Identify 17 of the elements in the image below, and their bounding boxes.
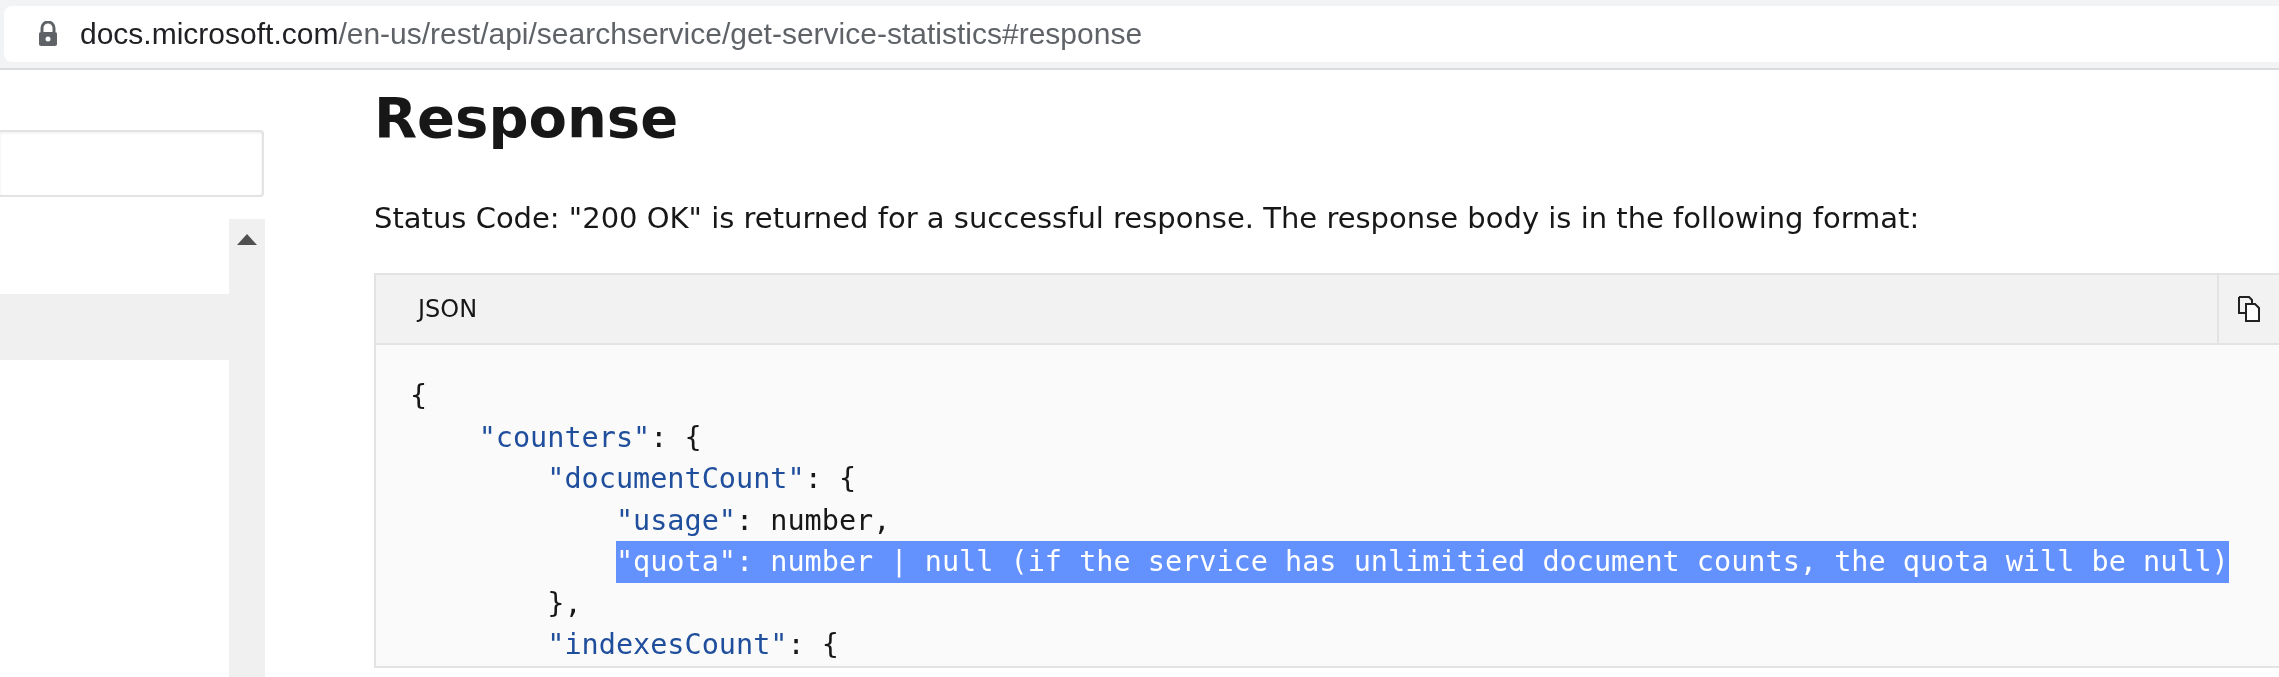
code-line: { <box>410 378 428 415</box>
description-text: Status Code: "200 OK" is returned for a successful response. The response body is in the following format: <box>374 201 1921 236</box>
code-line: }, <box>547 585 582 622</box>
copy-icon <box>2238 296 2260 323</box>
address-bar[interactable]: docs.microsoft.com/en-us/rest/api/searchservice/get-service-statistics#response <box>4 6 2279 62</box>
scroll-up-icon <box>237 234 257 245</box>
code-line: "counters": { <box>478 419 702 456</box>
section-heading: Response <box>374 84 680 152</box>
url-path: /en-us/rest/api/searchservice/get-service-statistics#response <box>338 17 1143 50</box>
lock-icon <box>38 21 58 47</box>
scrollbar[interactable] <box>229 219 265 677</box>
code-line: "documentCount": { <box>547 461 857 498</box>
code-line: "indexesCount": { <box>547 627 839 664</box>
url-host: docs.microsoft.com <box>80 17 339 50</box>
code-line: "usage": number, <box>615 502 891 539</box>
code-language-label: JSON <box>418 295 478 324</box>
search-field[interactable] <box>0 130 264 197</box>
